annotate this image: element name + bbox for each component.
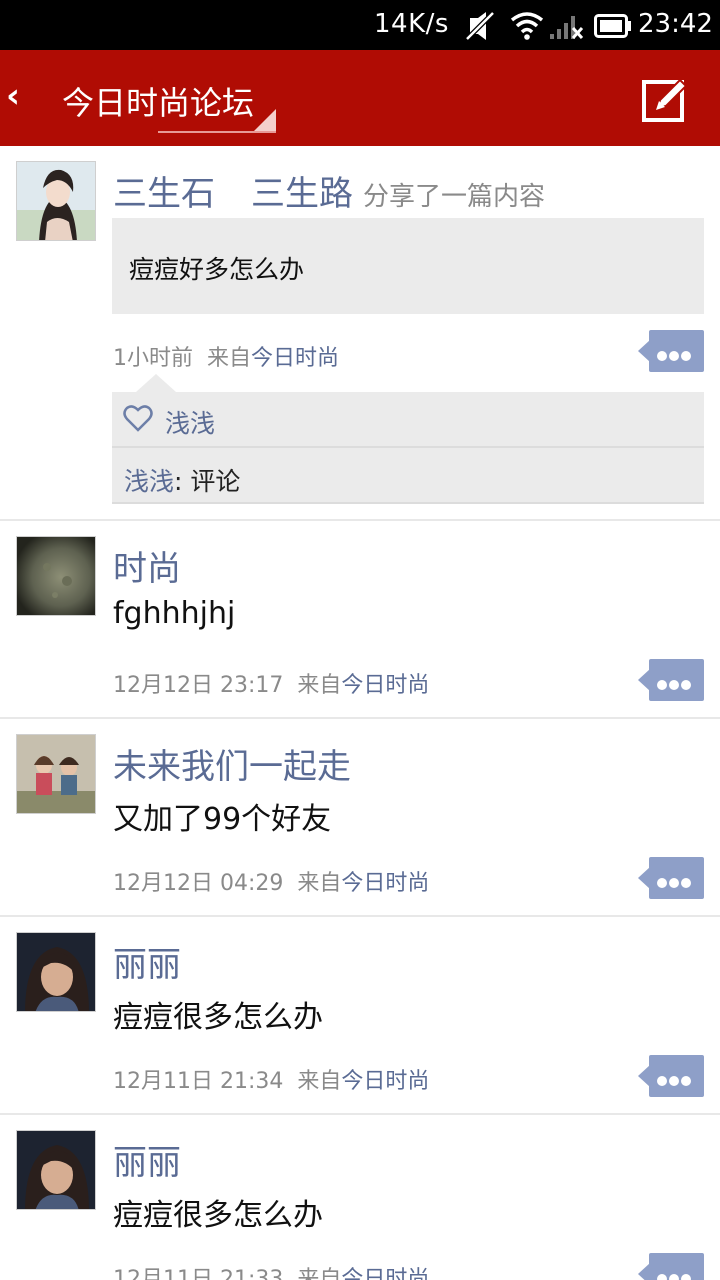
network-speed: 14K/s [374, 9, 449, 39]
clock: 23:42 [638, 9, 713, 39]
more-dots-icon [657, 1071, 693, 1090]
comment-separator: : [174, 467, 191, 496]
more-options-button[interactable] [638, 659, 704, 701]
like-pointer [136, 374, 176, 392]
post-meta: 12月11日 21:33 来自今日时尚 [113, 1261, 429, 1280]
post-header: 三生石 三生路 分享了一篇内容 [113, 166, 545, 215]
feed-item: 未来我们一起走 又加了99个好友 12月12日 04:29 来自今日时尚 [0, 719, 720, 917]
post-meta: 1小时前 来自今日时尚 [113, 340, 339, 372]
post-content: 痘痘很多怎么办 [113, 1198, 323, 1233]
signal-icon [550, 16, 584, 40]
avatar[interactable] [16, 1130, 96, 1210]
username[interactable]: 三生石 [113, 174, 215, 214]
more-options-button[interactable] [638, 857, 704, 899]
avatar[interactable] [16, 161, 96, 241]
shared-content-card[interactable]: 痘痘好多怎么办 [112, 218, 704, 314]
comment-text: 评论 [190, 467, 241, 496]
more-options-button[interactable] [638, 330, 704, 372]
compose-edit-icon[interactable] [640, 74, 692, 126]
status-bar: 14K/s 23:42 [0, 0, 720, 50]
post-time: 12月12日 23:17 [113, 673, 284, 698]
more-options-button[interactable] [638, 1253, 704, 1280]
post-content: 又加了99个好友 [113, 802, 332, 837]
source-label: 来自 [297, 871, 342, 896]
more-dots-icon [657, 675, 693, 694]
source-app-link[interactable]: 今日时尚 [341, 1267, 429, 1280]
wifi-icon [510, 12, 544, 40]
more-dots-icon [657, 1269, 693, 1280]
source-label: 来自 [207, 346, 252, 371]
avatar[interactable] [16, 932, 96, 1012]
feed-item: 丽丽 痘痘很多怎么办 12月11日 21:33 来自今日时尚 [0, 1115, 720, 1280]
feed-item: 时尚 fghhhjhj 12月12日 23:17 来自今日时尚 [0, 521, 720, 719]
source-label: 来自 [297, 673, 342, 698]
dropdown-underline [158, 131, 276, 133]
feed-item: 三生石 三生路 分享了一篇内容 痘痘好多怎么办 1小时前 来自今日时尚 浅浅 浅浅: … [0, 146, 720, 521]
post-content: fghhhjhj [113, 596, 236, 631]
mute-icon [465, 11, 495, 41]
forum-title-dropdown[interactable]: 今日时尚论坛 [62, 78, 254, 124]
username[interactable]: 未来我们一起走 [113, 739, 351, 788]
feed-list: 三生石 三生路 分享了一篇内容 痘痘好多怎么办 1小时前 来自今日时尚 浅浅 浅浅: … [0, 146, 720, 1280]
back-chevron-icon: ‹ [6, 76, 21, 116]
avatar[interactable] [16, 536, 96, 616]
title-bar: ‹ 今日时尚论坛 [0, 50, 720, 146]
more-dots-icon [657, 346, 693, 365]
shared-title: 痘痘好多怎么办 [129, 255, 305, 284]
post-time: 12月11日 21:34 [113, 1069, 284, 1094]
more-options-button[interactable] [638, 1055, 704, 1097]
username[interactable]: 时尚 [113, 541, 181, 590]
post-time: 12月12日 04:29 [113, 871, 284, 896]
source-label: 来自 [297, 1267, 342, 1280]
post-time: 1小时前 [113, 346, 193, 371]
source-app-link[interactable]: 今日时尚 [251, 346, 339, 371]
liker-name[interactable]: 浅浅 [165, 404, 215, 440]
source-label: 来自 [297, 1069, 342, 1094]
username-secondary[interactable]: 三生路 [251, 174, 353, 214]
action-text: 分享了一篇内容 [363, 182, 546, 212]
feed-item: 丽丽 痘痘很多怎么办 12月11日 21:34 来自今日时尚 [0, 917, 720, 1115]
post-time: 12月11日 21:33 [113, 1267, 284, 1280]
source-app-link[interactable]: 今日时尚 [341, 871, 429, 896]
commenter-name[interactable]: 浅浅 [124, 467, 174, 496]
source-app-link[interactable]: 今日时尚 [341, 673, 429, 698]
dropdown-corner-icon [254, 109, 276, 131]
back-button[interactable]: ‹ [0, 50, 52, 146]
post-meta: 12月12日 04:29 来自今日时尚 [113, 865, 429, 897]
username[interactable]: 丽丽 [113, 937, 181, 986]
more-dots-icon [657, 873, 693, 892]
post-meta: 12月11日 21:34 来自今日时尚 [113, 1063, 429, 1095]
post-meta: 12月12日 23:17 来自今日时尚 [113, 667, 429, 699]
battery-icon [594, 14, 631, 38]
post-content: 痘痘很多怎么办 [113, 1000, 323, 1035]
avatar[interactable] [16, 734, 96, 814]
heart-icon[interactable] [123, 404, 153, 432]
comment-row[interactable]: 浅浅: 评论 [112, 448, 704, 504]
username[interactable]: 丽丽 [113, 1135, 181, 1184]
comment: 浅浅: 评论 [124, 462, 240, 498]
source-app-link[interactable]: 今日时尚 [341, 1069, 429, 1094]
likes-row: 浅浅 [112, 392, 704, 448]
